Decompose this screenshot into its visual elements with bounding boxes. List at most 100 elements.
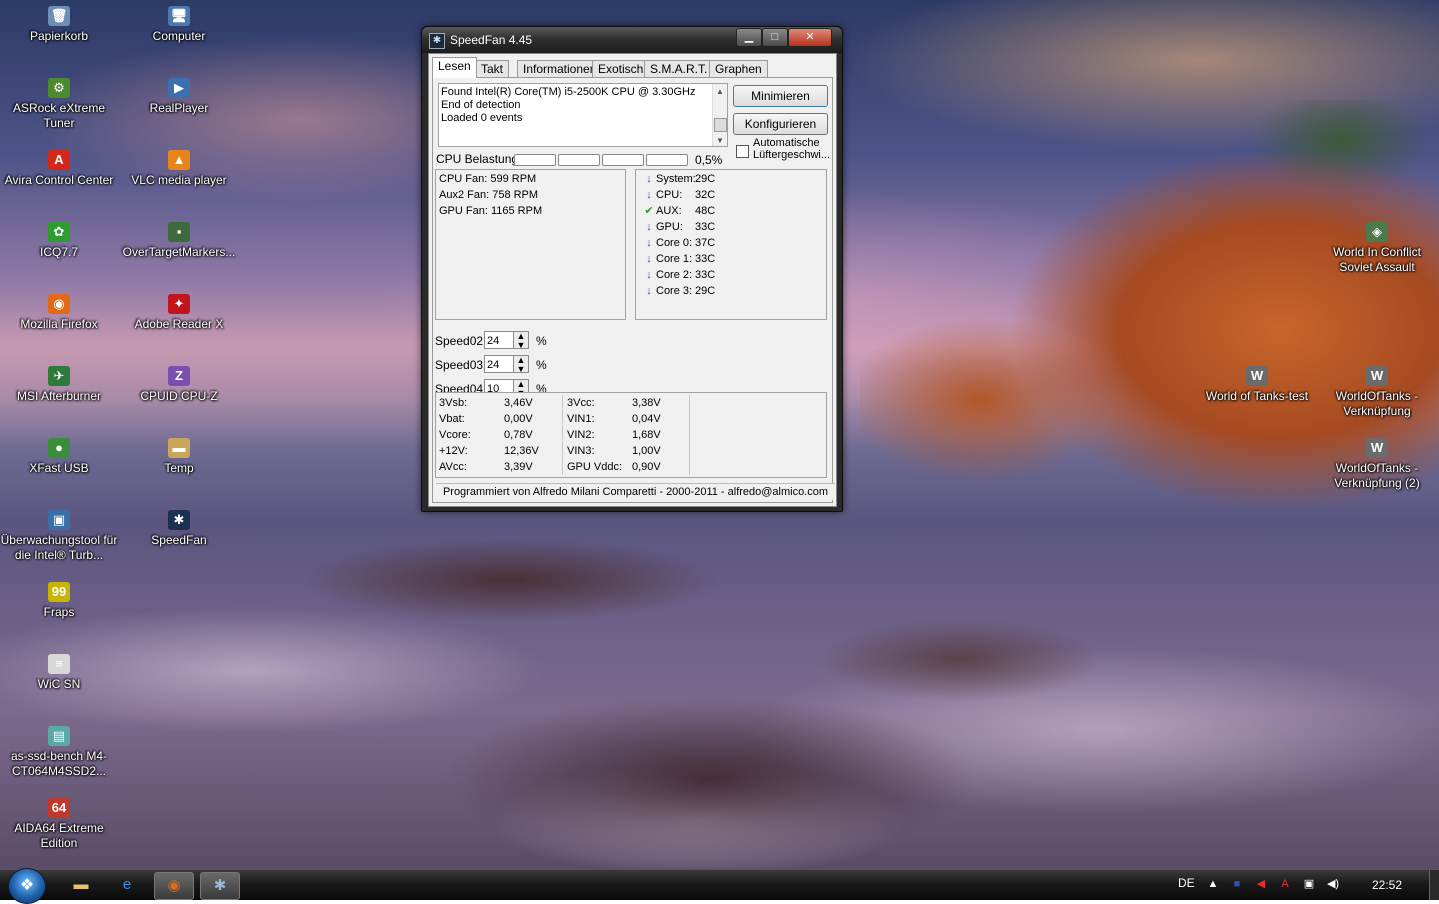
speed02-unit: %: [536, 334, 547, 348]
scroll-thumb[interactable]: [714, 118, 727, 132]
wot-shortcut-icon: W: [1366, 366, 1388, 386]
desktop-icon-label: WiC SN: [37, 677, 81, 691]
desktop-icon-label: AIDA64 Extreme Edition: [14, 821, 104, 850]
desktop-icon[interactable]: W WorldOfTanks - Verknüpfung: [1318, 362, 1436, 419]
minimieren-button[interactable]: Minimieren: [733, 85, 828, 107]
volume-icon[interactable]: ◀): [1326, 877, 1340, 891]
network-icon[interactable]: ▣: [1302, 877, 1316, 891]
speed02-label: Speed02:: [435, 334, 487, 348]
close-window-button[interactable]: ✕: [788, 28, 832, 47]
cpu-usage-bar: [646, 154, 688, 166]
desktop-icon[interactable]: 🗑 Papierkorb: [0, 2, 118, 44]
desktop-icon-label: Avira Control Center: [4, 173, 114, 187]
speed03-input[interactable]: 24: [484, 355, 514, 373]
cpu-usage-bar: [514, 154, 556, 166]
temperature-name: Core 3:: [656, 285, 693, 297]
cpu-usage-label: CPU Belastung: [436, 152, 519, 166]
desktop-icon-label: XFast USB: [29, 461, 89, 475]
avira-tray-icon[interactable]: A: [1278, 877, 1292, 891]
desktop-icon[interactable]: ▪ OverTargetMarkers...: [120, 218, 238, 260]
desktop-icon[interactable]: ◉ Mozilla Firefox: [0, 290, 118, 332]
tab-lesen[interactable]: Lesen: [432, 57, 477, 78]
log-scrollbar[interactable]: ▲ ▼: [712, 84, 727, 146]
desktop-icon-label: CPUID CPU-Z: [140, 389, 218, 403]
log-line: Found Intel(R) Core(TM) i5-2500K CPU @ 3…: [441, 86, 696, 98]
folder-icon: ▬: [168, 438, 190, 458]
desktop-icon[interactable]: W World of Tanks-test: [1198, 362, 1316, 404]
desktop-icon[interactable]: ▬ Temp: [120, 434, 238, 476]
log-line: End of detection: [441, 99, 521, 111]
desktop-icon[interactable]: ◈ World In Conflict Soviet Assault: [1318, 218, 1436, 275]
speaker-mute-icon[interactable]: ◀: [1254, 877, 1268, 891]
voltage-panel: 3Vsb: 3,46V Vbat: 0,00V Vcore: 0,78V +12V: 12,3…: [435, 392, 827, 478]
tab-smart[interactable]: S.M.A.R.T.: [644, 60, 714, 78]
program-icon: ▪: [168, 222, 190, 242]
auto-fan-speed-checkbox[interactable]: [736, 145, 749, 158]
desktop-icon-label: WorldOfTanks - Verknüpfung: [1335, 389, 1419, 418]
scroll-up-icon[interactable]: ▲: [716, 85, 724, 98]
desktop-icon[interactable]: W WorldOfTanks - Verknüpfung (2): [1318, 434, 1436, 491]
maximize-window-button[interactable]: □: [762, 28, 788, 47]
tab-informationen[interactable]: Informationen: [517, 60, 603, 78]
desktop-icon[interactable]: ✈ MSI Afterburner: [0, 362, 118, 404]
voltage-name: +12V:: [439, 445, 468, 457]
firefox-icon[interactable]: ◉: [154, 872, 194, 900]
event-log[interactable]: Found Intel(R) Core(TM) i5-2500K CPU @ 3…: [438, 83, 728, 147]
desktop-icon[interactable]: 64 AIDA64 Extreme Edition: [0, 794, 118, 851]
language-indicator[interactable]: DE: [1178, 876, 1195, 890]
desktop-icon-label: RealPlayer: [149, 101, 209, 115]
internet-explorer-icon[interactable]: e: [108, 872, 146, 898]
desktop-icon[interactable]: ⚙ ASRock eXtreme Tuner: [0, 74, 118, 131]
scroll-down-icon[interactable]: ▼: [716, 134, 724, 147]
desktop-icon-label: Überwachungstool für die Intel® Turb...: [0, 533, 118, 562]
desktop-icon[interactable]: ✦ Adobe Reader X: [120, 290, 238, 332]
title-bar[interactable]: ✱ SpeedFan 4.45 ▁ □ ✕: [422, 27, 842, 53]
wot-test-icon: W: [1246, 366, 1268, 386]
show-desktop-button[interactable]: [1429, 870, 1439, 900]
desktop-icon[interactable]: ▲ VLC media player: [120, 146, 238, 188]
speedfan-icon[interactable]: ✱: [200, 872, 240, 900]
voltage-name: AVcc:: [439, 461, 467, 473]
desktop-icon[interactable]: 🖥 Computer: [120, 2, 238, 44]
temperature-row: ✔ AUX: 48C: [639, 203, 823, 219]
konfigurieren-button[interactable]: Konfigurieren: [733, 113, 828, 135]
tab-exotisch[interactable]: Exotisch: [592, 60, 650, 78]
wallpaper-rocks: [260, 540, 1160, 869]
adobe-reader-icon: ✦: [168, 294, 190, 314]
intel-turbo-icon: ▣: [48, 510, 70, 530]
minimize-window-button[interactable]: ▁: [736, 28, 762, 47]
voltage-name: VIN3:: [567, 445, 595, 457]
desktop-icon[interactable]: ≡ WiC SN: [0, 650, 118, 692]
show-hidden-icon[interactable]: ▲: [1206, 877, 1220, 891]
voltage-value: 0,00V: [504, 413, 533, 425]
tab-graphen[interactable]: Graphen: [709, 60, 768, 78]
desktop-icon[interactable]: ▣ Überwachungstool für die Intel® Turb...: [0, 506, 118, 563]
desktop-icon-label: World of Tanks-test: [1205, 389, 1309, 403]
flag-icon[interactable]: ■: [1230, 877, 1244, 891]
explorer-icon[interactable]: ▬: [62, 872, 100, 898]
desktop-icon[interactable]: ✱ SpeedFan: [120, 506, 238, 548]
voltage-value: 3,39V: [504, 461, 533, 473]
desktop-icon[interactable]: A Avira Control Center: [0, 146, 118, 188]
desktop-icon-label: Computer: [152, 29, 206, 43]
temperature-row: ↓ Core 0: 37C: [639, 235, 823, 251]
temperature-name: AUX:: [656, 205, 682, 217]
xfast-usb-icon: ●: [48, 438, 70, 458]
temperature-row: ↓ Core 3: 29C: [639, 283, 823, 299]
desktop-icon[interactable]: ▤ as-ssd-bench M4-CT064M4SSD2...: [0, 722, 118, 779]
cpu-usage-bar: [602, 154, 644, 166]
desktop-icon[interactable]: ● XFast USB: [0, 434, 118, 476]
desktop-icon[interactable]: ▶ RealPlayer: [120, 74, 238, 116]
tab-takt[interactable]: Takt: [475, 60, 510, 78]
desktop-icon[interactable]: 99 Fraps: [0, 578, 118, 620]
computer-icon: 🖥: [168, 6, 190, 26]
speed02-input[interactable]: 24: [484, 331, 514, 349]
speed02-spinner-icon[interactable]: ▲ ▼: [513, 331, 529, 350]
firefox-icon: ◉: [48, 294, 70, 314]
desktop-icon-label: ICQ7.7: [39, 245, 78, 259]
vlc-icon: ▲: [168, 150, 190, 170]
speed03-spinner-icon[interactable]: ▲ ▼: [513, 355, 529, 374]
desktop-icon[interactable]: Z CPUID CPU-Z: [120, 362, 238, 404]
desktop-icon[interactable]: ✿ ICQ7.7: [0, 218, 118, 260]
clock[interactable]: 22:52: [1372, 878, 1402, 892]
